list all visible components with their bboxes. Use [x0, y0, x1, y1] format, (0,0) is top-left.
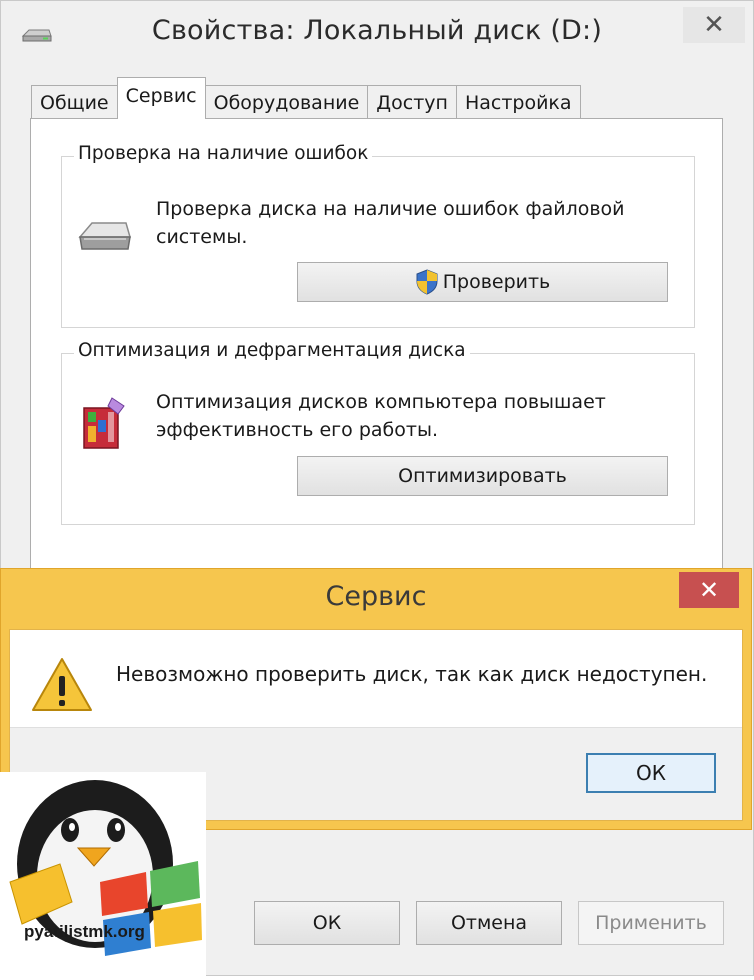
tab-general[interactable]: Общие	[31, 85, 118, 119]
error-check-group: Проверка на наличие ошибок Проверка диск…	[61, 143, 695, 328]
error-check-description-line1: Проверка диска на наличие ошибок файлово…	[156, 198, 625, 220]
tab-sharing[interactable]: Доступ	[367, 85, 457, 119]
optimize-description: Оптимизация дисков компьютера повышает э…	[156, 388, 606, 444]
tab-service[interactable]: Сервис	[116, 77, 206, 119]
close-icon: ✕	[703, 10, 725, 40]
drive-icon	[76, 217, 132, 261]
error-check-description: Проверка диска на наличие ошибок файлово…	[156, 195, 625, 251]
dialog-ok-button[interactable]: ОК	[586, 753, 716, 793]
watermark-logo: pyatilistmk.org	[0, 772, 206, 976]
optimize-legend: Оптимизация и дефрагментация диска	[74, 340, 470, 361]
defrag-icon	[78, 394, 130, 456]
penguin-logo-icon	[0, 772, 206, 976]
dialog-ok-label: ОК	[636, 761, 666, 785]
service-tab-panel: Проверка на наличие ошибок Проверка диск…	[30, 118, 723, 572]
tab-customize[interactable]: Настройка	[455, 85, 581, 119]
watermark-text: pyatilistmk.org	[24, 922, 145, 941]
ok-button-label: ОК	[312, 912, 342, 934]
check-button-label: Проверить	[442, 271, 551, 293]
optimize-description-line1: Оптимизация дисков компьютера повышает	[156, 391, 606, 413]
cancel-button-label: Отмена	[450, 912, 528, 934]
cancel-button[interactable]: Отмена	[416, 901, 562, 945]
uac-shield-icon	[415, 269, 439, 295]
tab-hardware[interactable]: Оборудование	[204, 85, 369, 119]
optimize-button-label: Оптимизировать	[398, 465, 567, 487]
error-check-description-line2: системы.	[156, 226, 248, 248]
warning-icon	[30, 656, 94, 718]
ok-button[interactable]: ОК	[254, 901, 400, 945]
check-button[interactable]: Проверить	[297, 262, 668, 302]
window-title: Свойства: Локальный диск (D:)	[151, 15, 603, 46]
optimize-description-line2: эффективность его работы.	[156, 419, 438, 441]
tab-strip: Общие Сервис Оборудование Доступ Настрой…	[31, 77, 581, 119]
apply-button[interactable]: Применить	[578, 901, 724, 945]
apply-button-label: Применить	[595, 912, 707, 934]
close-icon: ✕	[698, 576, 720, 604]
optimize-group: Оптимизация и дефрагментация диска Оптим…	[61, 340, 695, 525]
dialog-title: Сервис	[325, 581, 427, 612]
title-bar[interactable]: Свойства: Локальный диск (D:) ✕	[1, 1, 753, 65]
window-close-button[interactable]: ✕	[683, 7, 745, 43]
optimize-button[interactable]: Оптимизировать	[297, 456, 668, 496]
dialog-message: Невозможно проверить диск, так как диск …	[116, 662, 708, 686]
dialog-close-button[interactable]: ✕	[679, 572, 739, 608]
error-check-legend: Проверка на наличие ошибок	[74, 143, 373, 164]
